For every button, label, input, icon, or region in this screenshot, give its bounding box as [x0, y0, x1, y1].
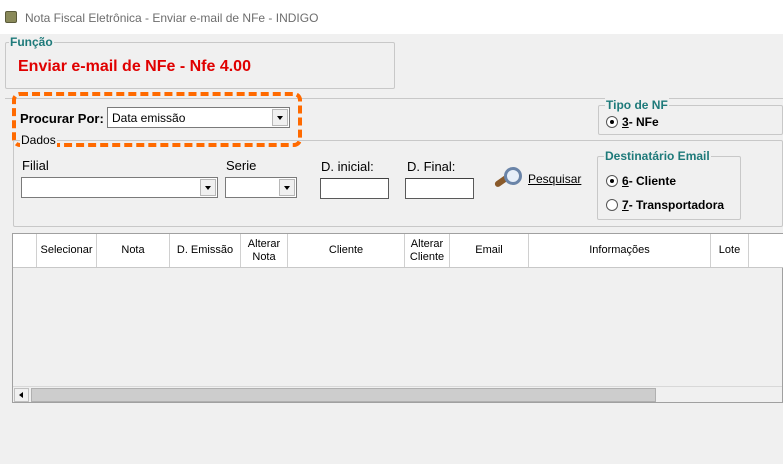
- d-inicial-input[interactable]: [320, 178, 389, 199]
- destinatario-key-cliente: 6: [622, 174, 629, 188]
- destinatario-legend: Destinatário Email: [604, 149, 711, 163]
- horizontal-scrollbar[interactable]: [13, 386, 782, 402]
- function-title: Enviar e-mail de NFe - Nfe 4.00: [18, 58, 251, 75]
- col-alterar-cliente[interactable]: Alterar Cliente: [405, 234, 450, 267]
- scrollbar-thumb[interactable]: [31, 388, 656, 402]
- col-informacoes[interactable]: Informações: [529, 234, 711, 267]
- destinatario-label-transportadora: - Transportadora: [628, 198, 725, 212]
- dados-legend: Dados: [20, 133, 57, 147]
- destinatario-radio-cliente[interactable]: 6 - Cliente: [606, 174, 676, 188]
- magnifier-lens: [504, 167, 522, 185]
- tipo-nf-key: 3: [622, 115, 629, 129]
- destinatario-label-cliente: - Cliente: [628, 174, 677, 188]
- pesquisar-button[interactable]: Pesquisar: [492, 164, 581, 194]
- pesquisar-label-text: Pesquisar: [528, 172, 582, 186]
- serie-label: Serie: [226, 158, 257, 173]
- col-selecionar[interactable]: Selecionar: [37, 234, 97, 267]
- nfe-grid[interactable]: Selecionar Nota D. Emissão Alterar Nota …: [12, 233, 783, 403]
- app-icon: [5, 11, 17, 23]
- col-nota[interactable]: Nota: [97, 234, 170, 267]
- radio-unselected-icon[interactable]: [606, 199, 618, 211]
- destinatario-radio-transportadora[interactable]: 7 - Transportadora: [606, 198, 724, 212]
- col-d-emissao[interactable]: D. Emissão: [170, 234, 241, 267]
- col-lote[interactable]: Lote: [711, 234, 749, 267]
- row-selector-header: [13, 234, 37, 267]
- col-empty: [749, 234, 782, 267]
- chevron-down-icon[interactable]: [200, 179, 216, 196]
- magnifier-icon[interactable]: [492, 164, 526, 194]
- title-bar: Nota Fiscal Eletrônica - Enviar e-mail d…: [0, 0, 783, 34]
- scroll-left-icon[interactable]: [14, 388, 29, 402]
- serie-select[interactable]: [225, 177, 297, 198]
- d-inicial-label: D. inicial:: [321, 159, 374, 174]
- d-final-input[interactable]: [405, 178, 474, 199]
- filial-label: Filial: [22, 158, 49, 173]
- chevron-down-icon[interactable]: [279, 179, 295, 196]
- radio-selected-icon[interactable]: [606, 175, 618, 187]
- col-alterar-nota[interactable]: Alterar Nota: [241, 234, 288, 267]
- pesquisar-label: Pesquisar: [528, 172, 581, 186]
- tipo-nf-label: - NFe: [628, 115, 659, 129]
- tipo-nf-radio-nfe[interactable]: 3 - NFe: [606, 115, 659, 129]
- d-final-label: D. Final:: [407, 159, 456, 174]
- col-email[interactable]: Email: [450, 234, 529, 267]
- destinatario-key-transportadora: 7: [622, 198, 629, 212]
- funcao-legend: Função: [9, 35, 54, 49]
- filial-select[interactable]: [21, 177, 218, 198]
- window-title: Nota Fiscal Eletrônica - Enviar e-mail d…: [25, 11, 319, 25]
- tipo-nf-legend: Tipo de NF: [605, 98, 669, 112]
- grid-header: Selecionar Nota D. Emissão Alterar Nota …: [13, 234, 783, 268]
- col-cliente[interactable]: Cliente: [288, 234, 405, 267]
- radio-selected-icon[interactable]: [606, 116, 618, 128]
